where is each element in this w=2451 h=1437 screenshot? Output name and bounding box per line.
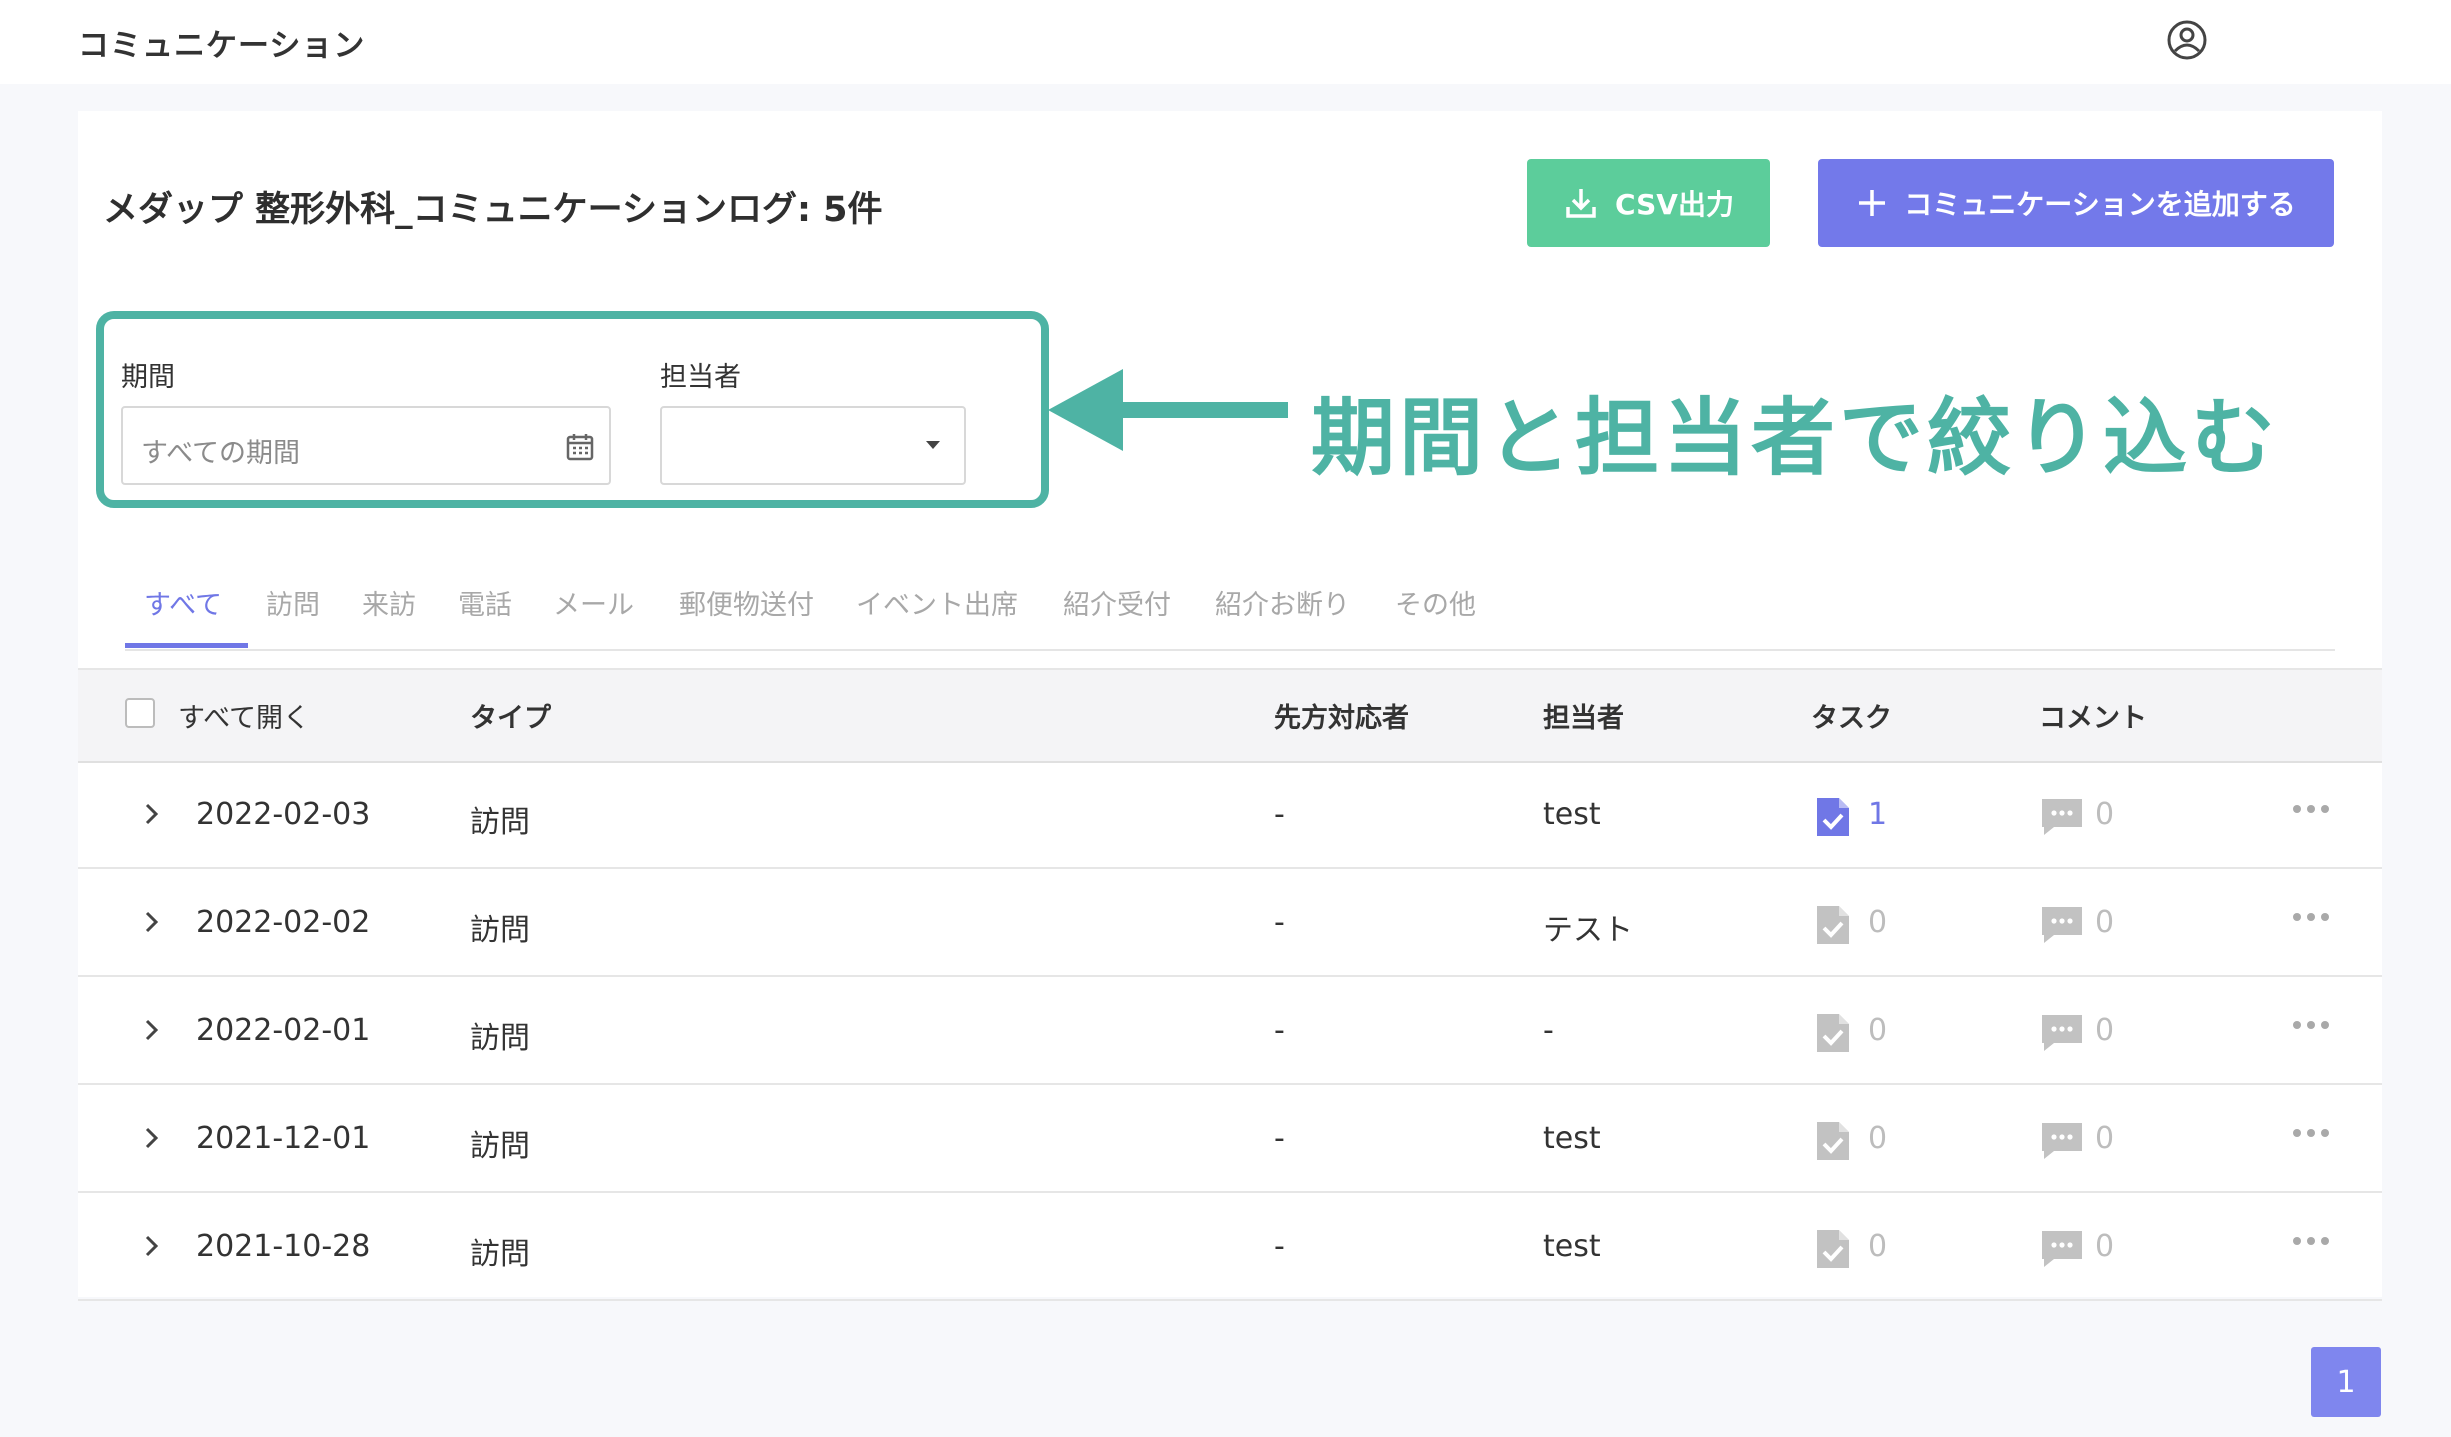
row-date: 2022-02-02 bbox=[196, 905, 371, 940]
more-options-icon[interactable] bbox=[2291, 1019, 2331, 1031]
top-bar: コミュニケーション bbox=[0, 0, 2451, 84]
row-task-count: 0 bbox=[1868, 1229, 1888, 1264]
period-label: 期間 bbox=[121, 362, 175, 393]
row-task-count: 1 bbox=[1868, 797, 1888, 832]
row-task-count: 0 bbox=[1868, 905, 1888, 940]
header-type: タイプ bbox=[470, 703, 551, 734]
expand-all-checkbox[interactable] bbox=[125, 698, 155, 728]
task-document-icon[interactable] bbox=[1815, 1228, 1851, 1270]
tab-event[interactable]: イベント出席 bbox=[856, 583, 1018, 622]
task-document-icon[interactable] bbox=[1815, 904, 1851, 946]
row-task-count: 0 bbox=[1868, 1121, 1888, 1156]
row-assignee: test bbox=[1543, 1121, 1601, 1156]
plus-icon bbox=[1859, 190, 1886, 216]
type-tabs: すべて 訪問 来訪 電話 メール 郵便物送付 イベント出席 紹介受付 紹介お断り… bbox=[125, 565, 2335, 651]
row-counterpart: - bbox=[1274, 1121, 1285, 1156]
more-options-icon[interactable] bbox=[2291, 911, 2331, 923]
tab-referral-received[interactable]: 紹介受付 bbox=[1063, 583, 1171, 622]
comment-bubble-icon[interactable] bbox=[2040, 1013, 2084, 1053]
active-tab-indicator bbox=[125, 643, 248, 648]
communication-log-card: メダップ 整形外科_コミュニケーションログ: 5件 CSV出力 コミュニケーショ… bbox=[78, 111, 2382, 1301]
row-assignee: テスト bbox=[1543, 913, 1633, 948]
task-document-icon[interactable] bbox=[1815, 1120, 1851, 1162]
period-date-picker[interactable]: すべての期間 bbox=[121, 406, 611, 485]
pagination-page-1[interactable]: 1 bbox=[2311, 1347, 2381, 1417]
task-document-icon[interactable] bbox=[1815, 1012, 1851, 1054]
user-account-icon[interactable] bbox=[2166, 19, 2208, 61]
row-counterpart: - bbox=[1274, 797, 1285, 832]
row-comment-count: 0 bbox=[2095, 1229, 2115, 1264]
table-row[interactable]: 2021-10-28 訪問 - test 0 0 bbox=[78, 1193, 2382, 1301]
row-comment-count: 0 bbox=[2095, 1013, 2115, 1048]
row-counterpart: - bbox=[1274, 905, 1285, 940]
header-task: タスク bbox=[1811, 703, 1892, 734]
tab-visit[interactable]: 訪問 bbox=[266, 583, 320, 622]
row-date: 2021-10-28 bbox=[196, 1229, 371, 1264]
more-options-icon[interactable] bbox=[2291, 803, 2331, 815]
chevron-right-icon[interactable] bbox=[138, 1233, 164, 1259]
chevron-right-icon[interactable] bbox=[138, 801, 164, 827]
tab-other[interactable]: その他 bbox=[1395, 583, 1476, 622]
add-communication-button[interactable]: コミュニケーションを追加する bbox=[1818, 159, 2334, 247]
filter-highlight-box: 期間 担当者 すべての期間 bbox=[96, 311, 1049, 508]
tab-mail[interactable]: メール bbox=[553, 583, 634, 622]
tab-referral-declined[interactable]: 紹介お断り bbox=[1215, 583, 1350, 622]
download-icon bbox=[1566, 189, 1596, 218]
task-document-icon[interactable] bbox=[1815, 796, 1851, 838]
header-comment: コメント bbox=[2039, 703, 2147, 734]
row-counterpart: - bbox=[1274, 1013, 1285, 1048]
comment-bubble-icon[interactable] bbox=[2040, 1121, 2084, 1161]
row-type: 訪問 bbox=[470, 805, 530, 840]
table-row[interactable]: 2021-12-01 訪問 - test 0 0 bbox=[78, 1085, 2382, 1193]
comment-bubble-icon[interactable] bbox=[2040, 797, 2084, 837]
csv-export-label: CSV出力 bbox=[1615, 188, 1734, 221]
comment-bubble-icon[interactable] bbox=[2040, 1229, 2084, 1269]
row-comment-count: 0 bbox=[2095, 797, 2115, 832]
more-options-icon[interactable] bbox=[2291, 1127, 2331, 1139]
row-comment-count: 0 bbox=[2095, 1121, 2115, 1156]
header-counterpart: 先方対応者 bbox=[1274, 703, 1409, 734]
calendar-icon bbox=[566, 434, 594, 461]
row-assignee: - bbox=[1543, 1013, 1554, 1048]
row-date: 2021-12-01 bbox=[196, 1121, 371, 1156]
annotation-text: 期間と担当者で絞り込む bbox=[1311, 389, 2280, 487]
row-type: 訪問 bbox=[470, 1129, 530, 1164]
row-task-count: 0 bbox=[1868, 1013, 1888, 1048]
chevron-right-icon[interactable] bbox=[138, 1125, 164, 1151]
expand-all-label[interactable]: すべて開く bbox=[178, 696, 310, 735]
row-assignee: test bbox=[1543, 797, 1601, 832]
table-row[interactable]: 2022-02-02 訪問 - テスト 0 0 bbox=[78, 869, 2382, 977]
period-placeholder: すべての期間 bbox=[141, 438, 301, 469]
row-date: 2022-02-03 bbox=[196, 797, 371, 832]
header-assignee: 担当者 bbox=[1543, 703, 1624, 734]
comment-bubble-icon[interactable] bbox=[2040, 905, 2084, 945]
chevron-right-icon[interactable] bbox=[138, 1017, 164, 1043]
assignee-label: 担当者 bbox=[660, 362, 741, 393]
app-title: コミュニケーション bbox=[78, 28, 366, 64]
row-type: 訪問 bbox=[470, 1021, 530, 1056]
chevron-right-icon[interactable] bbox=[138, 909, 164, 935]
tab-phone[interactable]: 電話 bbox=[458, 583, 512, 622]
tab-all[interactable]: すべて bbox=[144, 583, 222, 622]
row-comment-count: 0 bbox=[2095, 905, 2115, 940]
table-row[interactable]: 2022-02-03 訪問 - test 1 0 bbox=[78, 761, 2382, 869]
add-communication-label: コミュニケーションを追加する bbox=[1904, 188, 2296, 221]
row-assignee: test bbox=[1543, 1229, 1601, 1264]
row-type: 訪問 bbox=[470, 913, 530, 948]
row-counterpart: - bbox=[1274, 1229, 1285, 1264]
table-row[interactable]: 2022-02-01 訪問 - - 0 0 bbox=[78, 977, 2382, 1085]
more-options-icon[interactable] bbox=[2291, 1235, 2331, 1247]
csv-export-button[interactable]: CSV出力 bbox=[1527, 159, 1770, 247]
row-date: 2022-02-01 bbox=[196, 1013, 371, 1048]
assignee-select[interactable] bbox=[660, 406, 966, 485]
table-header: すべて開く タイプ 先方対応者 担当者 タスク コメント bbox=[78, 668, 2382, 763]
tab-incoming-visit[interactable]: 来訪 bbox=[362, 583, 416, 622]
tab-postal[interactable]: 郵便物送付 bbox=[679, 583, 814, 622]
row-type: 訪問 bbox=[470, 1237, 530, 1272]
page-title: メダップ 整形外科_コミュニケーションログ: 5件 bbox=[103, 190, 883, 230]
caret-down-icon bbox=[926, 441, 940, 449]
annotation-arrow-icon bbox=[1048, 369, 1288, 451]
